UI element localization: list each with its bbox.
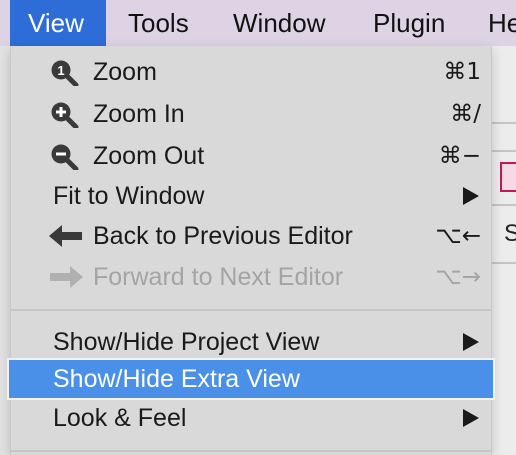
menu-item-label: Zoom Out (93, 142, 205, 170)
menu-item-label: Show/Hide Extra View (53, 365, 300, 393)
shortcut-label: ⌘− (438, 143, 481, 169)
menu-window[interactable]: Window (233, 0, 325, 46)
menu-item-label: Back to Previous Editor (93, 222, 353, 250)
menu-item-show-hide-extra-view[interactable]: Show/Hide Extra View (7, 358, 495, 400)
svg-text:1: 1 (57, 63, 64, 78)
shortcut-label: ⌘/ (450, 101, 481, 127)
menu-item-fit-to-window[interactable]: Fit to Window (11, 176, 491, 216)
menu-item-label: Forward to Next Editor (93, 263, 344, 291)
zoom-reset-icon: 1 (51, 60, 79, 86)
menu-item-label: Look & Feel (53, 404, 187, 432)
shortcut-label: ⌥→ (435, 264, 481, 290)
menu-item-label: Zoom In (93, 100, 185, 128)
menu-item-zoom[interactable]: 1 Zoom ⌘1 (11, 52, 491, 92)
zoom-out-icon (51, 144, 79, 170)
menu-plugin[interactable]: Plugin (373, 0, 445, 46)
menu-item-label: Fit to Window (53, 182, 205, 210)
submenu-arrow-icon (463, 187, 479, 205)
arrow-right-icon (50, 266, 83, 288)
menu-bar: View Tools Window Plugin He (0, 0, 516, 46)
background-divider (490, 204, 516, 206)
menu-item-zoom-out[interactable]: Zoom Out ⌘− (11, 136, 491, 176)
background-label: S (504, 220, 516, 247)
menu-item-show-hide-project-view[interactable]: Show/Hide Project View (11, 322, 491, 362)
menu-item-label: Show/Hide Project View (53, 328, 320, 356)
app-window: S View Tools Window Plugin He 1 Zoom ⌘1 (0, 0, 516, 455)
background-divider (490, 150, 516, 152)
menu-separator (11, 309, 491, 311)
submenu-arrow-icon (463, 409, 479, 427)
menu-item-look-and-feel[interactable]: Look & Feel (11, 398, 491, 438)
view-dropdown-menu: 1 Zoom ⌘1 Zoom In ⌘/ Zoom Out ⌘− Fit to … (7, 46, 495, 455)
menu-view[interactable]: View (10, 0, 106, 46)
menu-item-zoom-in[interactable]: Zoom In ⌘/ (11, 94, 491, 134)
background-divider (490, 262, 516, 264)
arrow-left-icon (49, 225, 82, 247)
zoom-in-icon (51, 102, 79, 128)
shortcut-label: ⌥← (435, 223, 481, 249)
menu-item-forward-to-next-editor: Forward to Next Editor ⌥→ (11, 257, 491, 297)
shortcut-label: ⌘1 (443, 59, 481, 85)
menu-help[interactable]: He (488, 0, 516, 46)
menu-item-back-to-previous-editor[interactable]: Back to Previous Editor ⌥← (11, 216, 491, 256)
background-tab-marker (500, 162, 516, 192)
background-divider (490, 122, 516, 124)
menu-item-label: Zoom (93, 58, 157, 86)
menu-separator (11, 450, 491, 452)
menu-tools[interactable]: Tools (128, 0, 189, 46)
background-window-right (490, 46, 516, 455)
submenu-arrow-icon (463, 333, 479, 351)
